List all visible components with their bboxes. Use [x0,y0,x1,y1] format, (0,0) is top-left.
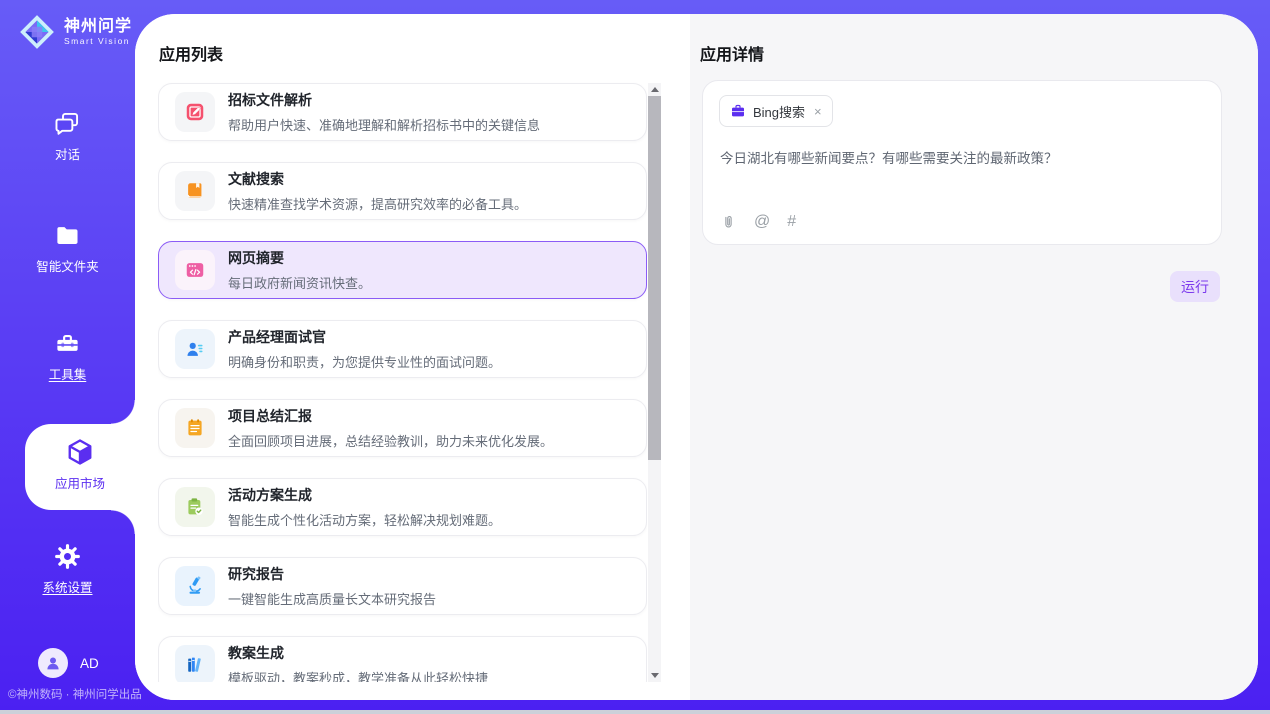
app-card-web-summary-selected[interactable]: 网页摘要 每日政府新闻资讯快查。 [158,241,647,299]
scrollbar-thumb[interactable] [648,96,661,460]
app-list-scrollbar[interactable] [648,83,661,682]
app-card-project-summary[interactable]: 项目总结汇报 全面回顾项目进展，总结经验教训，助力未来优化发展。 [158,399,647,457]
app-desc: 模板驱动，教案秒成，教学准备从此轻松快捷 [228,668,488,682]
avatar [38,648,68,678]
app-name: 招标文件解析 [228,90,540,110]
app-name: 研究报告 [228,564,436,584]
app-desc: 智能生成个性化活动方案，轻松解决规划难题。 [228,510,501,529]
user-account[interactable]: AD [38,648,99,678]
clipboard-check-icon [184,496,206,518]
app-desc: 快速精准查找学术资源，提高研究效率的必备工具。 [228,194,527,213]
app-name: 产品经理面试官 [228,327,501,347]
app-card-research-report[interactable]: 研究报告 一键智能生成高质量长文本研究报告 [158,557,647,615]
sidebar-item-toolbox[interactable]: 工具集 [0,330,135,383]
app-card-pm-interviewer[interactable]: 产品经理面试官 明确身份和职责，为您提供专业性的面试问题。 [158,320,647,378]
app-icon-tile [175,408,215,448]
sidebar-item-chat[interactable]: 对话 [0,110,135,163]
sidebar-item-label: 对话 [0,144,135,163]
app-card-event-plan[interactable]: 活动方案生成 智能生成个性化活动方案，轻松解决规划难题。 [158,478,647,536]
webpage-code-icon [184,259,206,281]
app-name: 文献搜索 [228,169,527,189]
cube-icon [65,437,95,467]
interviewer-icon [184,338,206,360]
person-icon [44,654,62,672]
sidebar: 神州问学 Smart Vision 对话 智能文件夹 [0,0,135,714]
app-list-title: 应用列表 [159,41,223,65]
app-icon-tile [175,250,215,290]
sidebar-item-label: 智能文件夹 [0,256,135,275]
scroll-up-arrow-icon[interactable] [648,83,661,96]
content-sheet: 应用列表 招标文件解析 帮助用户快速、准确地理解和解析招标书中的关键信息 [135,14,1258,700]
hash-icon[interactable]: # [787,213,796,231]
mention-icon[interactable]: @ [754,213,770,231]
book-icon [184,180,206,202]
app-detail-panel: 应用详情 Bing搜索 × 今日湖北有哪些新闻要点？有哪些需要关注的最新政策？ [690,14,1258,700]
app-desc: 帮助用户快速、准确地理解和解析招标书中的关键信息 [228,115,540,134]
app-list: 招标文件解析 帮助用户快速、准确地理解和解析招标书中的关键信息 文献搜索 [158,80,647,682]
sidebar-item-smart-folder[interactable]: 智能文件夹 [0,222,135,275]
attachment-icon[interactable] [720,214,737,231]
app-name: 活动方案生成 [228,485,501,505]
brand-name: 神州问学 [64,18,132,36]
chip-close-icon[interactable]: × [814,105,822,118]
diamond-logo-icon [18,13,56,51]
app-name: 教案生成 [228,643,488,663]
copyright-footer: ©神州数码 · 神州问学出品 [8,686,142,702]
briefcase-icon [730,103,746,119]
sidebar-item-label: 系统设置 [0,577,135,596]
prompt-input-card[interactable]: Bing搜索 × 今日湖北有哪些新闻要点？有哪些需要关注的最新政策？ @ # [702,80,1222,245]
toolbox-icon [54,330,81,357]
app-window: 神州问学 Smart Vision 对话 智能文件夹 [0,0,1270,714]
run-button[interactable]: 运行 [1170,271,1220,302]
app-icon-tile [175,487,215,527]
microscope-icon [184,575,206,597]
app-desc: 每日政府新闻资讯快查。 [228,273,371,292]
query-input[interactable]: 今日湖北有哪些新闻要点？有哪些需要关注的最新政策？ [720,147,1200,167]
folder-icon [54,222,81,249]
app-desc: 明确身份和职责，为您提供专业性的面试问题。 [228,352,501,371]
tool-chip-label: Bing搜索 [753,102,805,121]
app-card-lesson-plan[interactable]: 教案生成 模板驱动，教案秒成，教学准备从此轻松快捷 [158,636,647,682]
app-name: 项目总结汇报 [228,406,553,426]
scroll-down-arrow-icon[interactable] [648,669,661,682]
notepad-icon [184,417,206,439]
sidebar-item-settings[interactable]: 系统设置 [0,543,135,596]
bid-edit-icon [184,101,206,123]
app-card-literature-search[interactable]: 文献搜索 快速精准查找学术资源，提高研究效率的必备工具。 [158,162,647,220]
sidebar-item-label: 工具集 [0,364,135,383]
brand-subtitle: Smart Vision [64,37,132,46]
app-detail-title: 应用详情 [700,41,764,65]
app-name: 网页摘要 [228,248,371,268]
app-icon-tile [175,92,215,132]
sidebar-item-app-market-active[interactable]: 应用市场 [25,424,135,510]
app-icon-tile [175,171,215,211]
app-icon-tile [175,329,215,369]
brand-logo: 神州问学 Smart Vision [18,13,132,51]
app-list-panel: 应用列表 招标文件解析 帮助用户快速、准确地理解和解析招标书中的关键信息 [135,14,690,700]
app-icon-tile [175,645,215,682]
app-desc: 全面回顾项目进展，总结经验教训，助力未来优化发展。 [228,431,553,450]
tool-chip-bing-search[interactable]: Bing搜索 × [719,95,833,127]
input-toolbar: @ # [720,213,796,231]
chat-icon [54,110,81,137]
user-name: AD [80,656,99,671]
app-card-bid-parsing[interactable]: 招标文件解析 帮助用户快速、准确地理解和解析招标书中的关键信息 [158,83,647,141]
app-icon-tile [175,566,215,606]
app-desc: 一键智能生成高质量长文本研究报告 [228,589,436,608]
books-icon [184,654,206,676]
sidebar-item-label: 应用市场 [25,473,135,492]
gear-icon [54,543,81,570]
